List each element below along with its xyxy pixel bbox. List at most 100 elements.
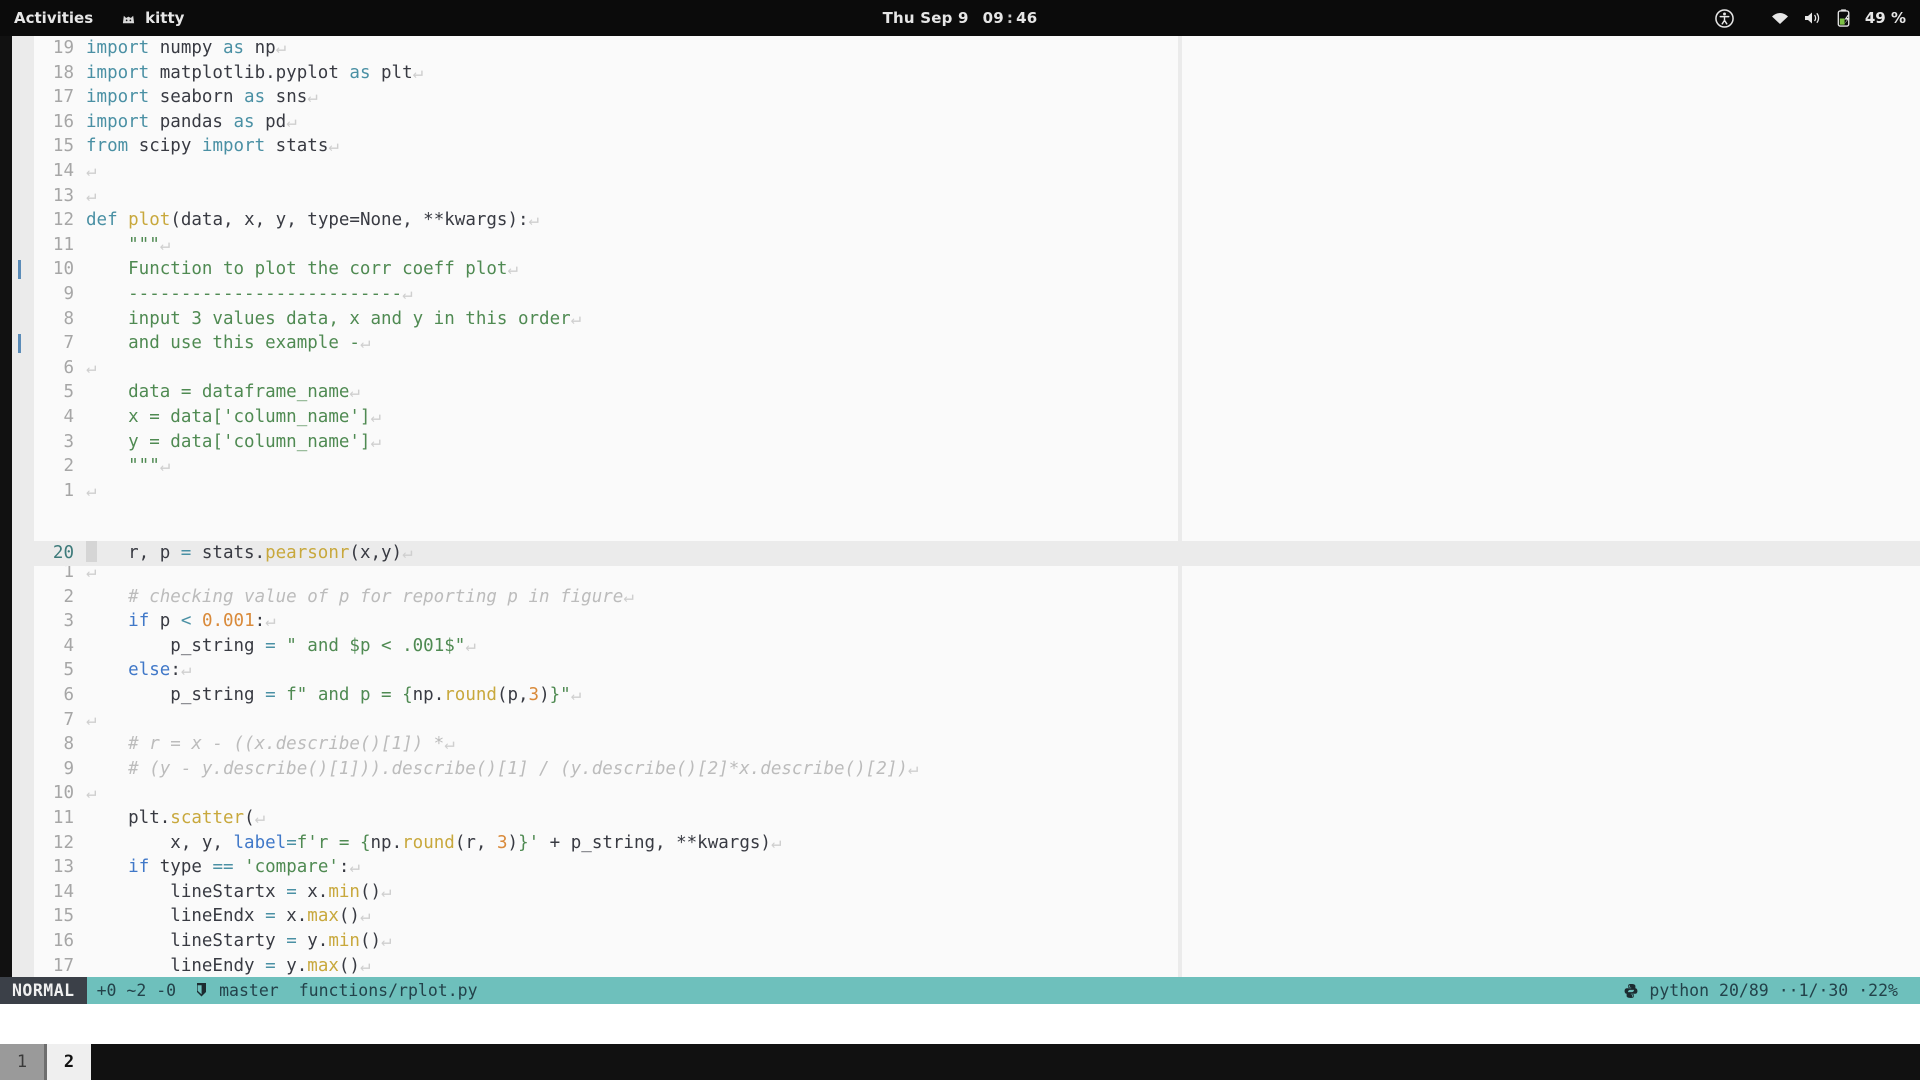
line-number: 14 (34, 159, 86, 184)
code-line[interactable]: 7↵ (34, 708, 1178, 733)
kitty-tab-1[interactable]: 1 (0, 1044, 44, 1080)
line-number: 10 (34, 257, 86, 282)
neovim-command-line[interactable] (0, 1004, 1920, 1044)
kitty-tab-label: 1 (17, 1052, 27, 1072)
line-text: plt.scatter(↵ (86, 808, 265, 828)
line-text: ↵ (86, 710, 97, 730)
battery-charging-icon[interactable] (1836, 9, 1852, 28)
current-code-line[interactable]: 20 r, p = stats.pearsonr(x,y)↵ (12, 541, 1920, 566)
line-text: lineStarty = y.min()↵ (86, 931, 392, 951)
line-text: if type == 'compare':↵ (86, 857, 360, 877)
line-number: 16 (34, 110, 86, 135)
line-text: ↵ (86, 186, 97, 206)
code-line[interactable]: 4 p_string = " and $p < .001$"↵ (34, 634, 1178, 659)
code-line[interactable]: 10↵ (34, 781, 1178, 806)
line-number: 7 (34, 708, 86, 733)
line-text: if p < 0.001:↵ (86, 611, 276, 631)
code-lines-bottom[interactable]: 1↵2 # checking value of p for reporting … (34, 560, 1178, 977)
code-line[interactable]: 19import numpy as np↵ (34, 36, 1178, 61)
current-line-text: r, p = stats.pearsonr(x,y)↵ (97, 543, 413, 563)
code-line[interactable]: 5 else:↵ (34, 658, 1178, 683)
accessibility-icon[interactable] (1715, 9, 1734, 28)
code-line[interactable]: 13 if type == 'compare':↵ (34, 855, 1178, 880)
line-number: 6 (34, 356, 86, 381)
code-line[interactable]: 16import pandas as pd↵ (34, 110, 1178, 135)
code-line[interactable]: 8 input 3 values data, x and y in this o… (34, 307, 1178, 332)
line-text: x = data['column_name']↵ (86, 407, 381, 427)
code-line[interactable]: 2 """↵ (34, 454, 1178, 479)
code-line[interactable]: 11 plt.scatter(↵ (34, 806, 1178, 831)
editor-pane-top-left[interactable]: 19import numpy as np↵18import matplotlib… (12, 36, 1178, 541)
code-line[interactable]: 3 y = data['column_name']↵ (34, 430, 1178, 455)
line-text: p_string = f" and p = {np.round(p,3)}"↵ (86, 685, 581, 705)
line-text: import pandas as pd↵ (86, 112, 297, 132)
code-line[interactable]: 12def plot(data, x, y, type=None, **kwar… (34, 208, 1178, 233)
code-line[interactable]: 15from scipy import stats↵ (34, 134, 1178, 159)
line-number: 15 (34, 134, 86, 159)
line-number: 19 (34, 36, 86, 61)
code-line[interactable]: 11 """↵ (34, 233, 1178, 258)
kitty-tab-2[interactable]: 2 (47, 1044, 91, 1080)
line-text: input 3 values data, x and y in this ord… (86, 309, 581, 329)
sign-marker (18, 334, 21, 353)
activities-button[interactable]: Activities (14, 9, 93, 27)
code-line[interactable]: 1↵ (34, 479, 1178, 504)
code-line[interactable]: 16 lineStarty = y.min()↵ (34, 929, 1178, 954)
code-line[interactable]: 3 if p < 0.001:↵ (34, 609, 1178, 634)
wifi-icon[interactable] (1770, 11, 1790, 26)
code-lines-top[interactable]: 19import numpy as np↵18import matplotlib… (34, 36, 1178, 541)
clock-separator: : (1007, 9, 1013, 27)
gnome-top-bar: Activities kitty Thu Sep 9 09 : 46 (0, 0, 1920, 36)
vertical-split-divider-bottom[interactable] (1178, 560, 1182, 977)
kitty-terminal-window[interactable]: 19import numpy as np↵18import matplotlib… (0, 36, 1920, 1044)
editor-pane-top-right[interactable] (1182, 36, 1920, 541)
code-line[interactable]: 4 x = data['column_name']↵ (34, 405, 1178, 430)
code-line[interactable]: 5 data = dataframe_name↵ (34, 380, 1178, 405)
code-line[interactable]: 8 # r = x - ((x.describe()[1]) *↵ (34, 732, 1178, 757)
line-number: 6 (34, 683, 86, 708)
sign-column-bottom (12, 560, 34, 977)
line-number: 13 (34, 855, 86, 880)
code-line[interactable]: 7 and use this example -↵ (34, 331, 1178, 356)
editor-pane-bottom-left[interactable]: 1↵2 # checking value of p for reporting … (12, 560, 1178, 977)
active-window-menu[interactable]: kitty (121, 9, 184, 27)
line-text: def plot(data, x, y, type=None, **kwargs… (86, 210, 539, 230)
system-indicators[interactable]: 49 % (1715, 9, 1906, 28)
code-line[interactable]: 12 x, y, label=f'r = {np.round(r, 3)}' +… (34, 831, 1178, 856)
code-line[interactable]: 13↵ (34, 184, 1178, 209)
editor-pane-bottom-right[interactable] (1182, 560, 1920, 977)
line-number: 17 (34, 954, 86, 978)
code-line[interactable]: 14↵ (34, 159, 1178, 184)
line-number: 11 (34, 233, 86, 258)
status-file-path: functions/rplot.py (289, 981, 488, 1000)
code-line[interactable]: 6 p_string = f" and p = {np.round(p,3)}"… (34, 683, 1178, 708)
status-diff-counts: +0 ~2 -0 (87, 981, 186, 1000)
line-number: 10 (34, 781, 86, 806)
status-language: python (1649, 981, 1709, 1000)
code-line[interactable]: 17 lineEndy = y.max()↵ (34, 954, 1178, 978)
neovim-editor[interactable]: 19import numpy as np↵18import matplotlib… (0, 36, 1920, 977)
code-line[interactable]: 14 lineStartx = x.min()↵ (34, 880, 1178, 905)
volume-icon[interactable] (1803, 10, 1823, 26)
code-line[interactable]: 6↵ (34, 356, 1178, 381)
clock-menu[interactable]: Thu Sep 9 09 : 46 (883, 9, 1038, 27)
code-line[interactable]: 9 # (y - y.describe()[1])).describe()[1]… (34, 757, 1178, 782)
line-number: 1 (34, 479, 86, 504)
terminal-left-margin (0, 36, 12, 977)
line-text: # (y - y.describe()[1])).describe()[1] /… (86, 759, 918, 779)
line-text: y = data['column_name']↵ (86, 432, 381, 452)
code-line[interactable]: 10 Function to plot the corr coeff plot↵ (34, 257, 1178, 282)
line-text: # checking value of p for reporting p in… (86, 587, 634, 607)
line-number: 16 (34, 929, 86, 954)
app-name-label: kitty (145, 9, 184, 27)
line-text: ↵ (86, 481, 97, 501)
code-line[interactable]: 9 --------------------------↵ (34, 282, 1178, 307)
line-number: 3 (34, 430, 86, 455)
cursor-line[interactable]: 20 r, p = stats.pearsonr(x,y)↵ (12, 541, 1920, 566)
code-line[interactable]: 2 # checking value of p for reporting p … (34, 585, 1178, 610)
code-line[interactable]: 18import matplotlib.pyplot as plt↵ (34, 61, 1178, 86)
kitty-tab-bar[interactable]: 12 (0, 1044, 1920, 1080)
code-line[interactable]: 17import seaborn as sns↵ (34, 85, 1178, 110)
code-line[interactable]: 15 lineEndx = x.max()↵ (34, 904, 1178, 929)
text-cursor (86, 541, 97, 562)
